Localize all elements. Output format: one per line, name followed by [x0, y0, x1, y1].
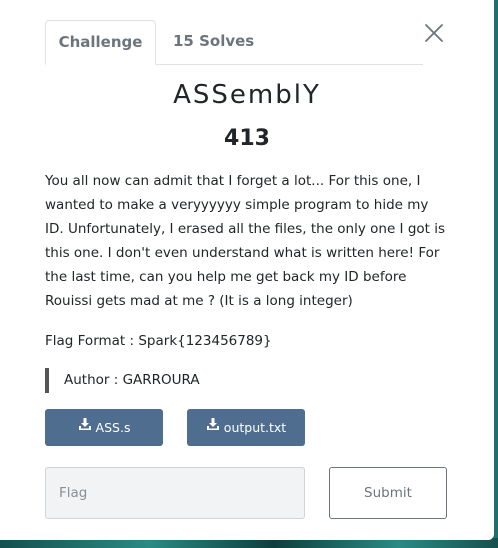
- challenge-points: 413: [224, 126, 270, 151]
- flag-format-text: Flag Format : Spark{123456789}: [45, 333, 272, 349]
- download-icon: [78, 408, 92, 445]
- tab-solves[interactable]: 15 Solves: [173, 20, 254, 64]
- file-label: ASS.s: [95, 420, 131, 435]
- download-icon: [206, 408, 220, 445]
- challenge-title: ASSemblY: [173, 80, 321, 110]
- download-button-ass-s[interactable]: ASS.s: [45, 409, 163, 446]
- flag-input[interactable]: [45, 467, 305, 519]
- close-button[interactable]: [423, 22, 445, 44]
- download-button-output-txt[interactable]: output.txt: [187, 409, 305, 446]
- challenge-modal: Challenge 15 Solves ASSemblY 413 You all…: [0, 0, 494, 540]
- tab-challenge[interactable]: Challenge: [45, 20, 156, 65]
- challenge-description: You all now can admit that I forget a lo…: [45, 173, 446, 309]
- file-label: output.txt: [223, 420, 287, 435]
- submit-button[interactable]: Submit: [329, 467, 447, 519]
- author-blockquote: Author : GARROURA: [45, 368, 200, 393]
- modal-tabs: Challenge 15 Solves: [45, 20, 423, 65]
- close-icon: [425, 24, 443, 42]
